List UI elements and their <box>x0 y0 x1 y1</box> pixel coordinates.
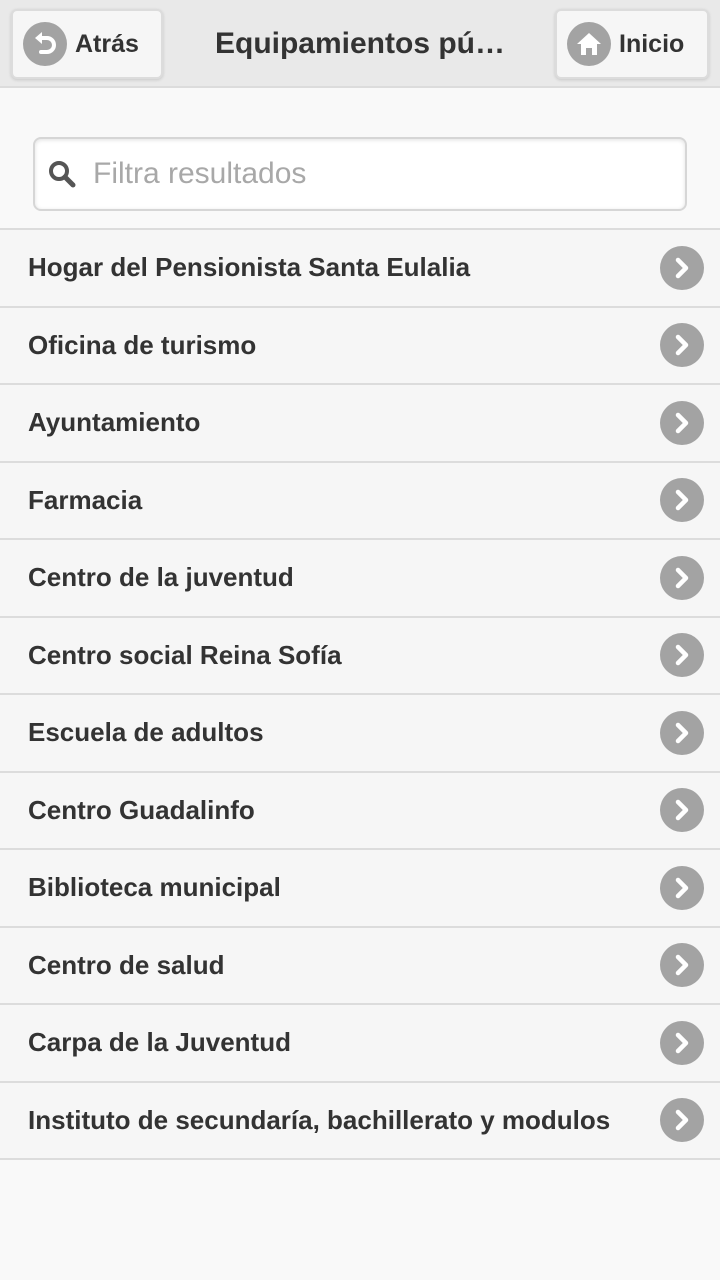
chevron-right-icon <box>660 633 704 678</box>
search-box[interactable] <box>33 137 687 211</box>
chevron-right-icon <box>660 323 704 368</box>
list-item[interactable]: Centro Guadalinfo <box>0 772 720 850</box>
list-item-label: Carpa de la Juventud <box>28 1027 291 1058</box>
chevron-right-icon <box>660 788 704 833</box>
search-input[interactable] <box>93 157 653 191</box>
list-item[interactable]: Hogar del Pensionista Santa Eulalia <box>0 230 720 308</box>
list-item-label: Biblioteca municipal <box>28 872 281 903</box>
list-item-label: Centro Guadalinfo <box>28 794 255 825</box>
list-item[interactable]: Centro social Reina Sofía <box>0 617 720 695</box>
list-item[interactable]: Centro de la juventud <box>0 540 720 618</box>
facility-list: Hogar del Pensionista Santa Eulalia Ofici… <box>0 228 720 1160</box>
list-item-label: Hogar del Pensionista Santa Eulalia <box>28 252 471 283</box>
search-icon <box>49 161 76 188</box>
list-item-label: Farmacia <box>28 484 143 515</box>
list-item[interactable]: Biblioteca municipal <box>0 850 720 928</box>
list-item-label: Centro social Reina Sofía <box>28 639 342 670</box>
chevron-right-icon <box>660 710 704 755</box>
list-item[interactable]: Oficina de turismo <box>0 307 720 385</box>
chevron-right-icon <box>660 943 704 988</box>
list-item[interactable]: Ayuntamiento <box>0 385 720 463</box>
list-item-label: Escuela de adultos <box>28 717 264 748</box>
chevron-right-icon <box>660 865 704 910</box>
list-item-label: Centro de la juventud <box>28 562 294 593</box>
chevron-right-icon <box>660 1020 704 1065</box>
search-area <box>0 90 720 229</box>
undo-arrow-icon <box>23 22 67 66</box>
chevron-right-icon <box>660 1098 704 1143</box>
list-item[interactable]: Escuela de adultos <box>0 695 720 773</box>
list-item-label: Instituto de secundaría, bachillerato y … <box>28 1104 611 1135</box>
header-bar: Atrás Equipamientos pú… Inicio <box>0 0 720 88</box>
list-item[interactable]: Instituto de secundaría, bachillerato y … <box>0 1082 720 1160</box>
home-icon <box>567 22 611 66</box>
home-button-label: Inicio <box>619 29 685 58</box>
chevron-right-icon <box>660 555 704 600</box>
back-button[interactable]: Atrás <box>11 9 163 79</box>
list-item[interactable]: Centro de salud <box>0 927 720 1005</box>
list-item-label: Ayuntamiento <box>28 407 201 438</box>
chevron-right-icon <box>660 478 704 523</box>
list-item-label: Centro de salud <box>28 949 225 980</box>
list-item-label: Oficina de turismo <box>28 329 257 360</box>
chevron-right-icon <box>660 400 704 445</box>
list-item[interactable]: Carpa de la Juventud <box>0 1005 720 1083</box>
page-title: Equipamientos pú… <box>214 27 505 60</box>
chevron-right-icon <box>660 245 704 290</box>
home-button[interactable]: Inicio <box>555 9 709 79</box>
list-item[interactable]: Farmacia <box>0 462 720 540</box>
back-button-label: Atrás <box>75 29 139 58</box>
